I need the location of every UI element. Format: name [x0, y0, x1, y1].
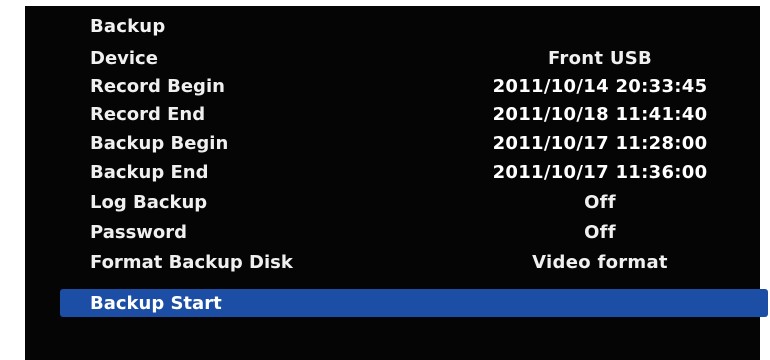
backup-begin-row[interactable]: Backup Begin 2011/10/17 11:28:00: [90, 127, 770, 157]
record-begin-label: Record Begin: [90, 76, 225, 97]
device-row[interactable]: Device Front USB: [90, 42, 770, 72]
format-backup-disk-value[interactable]: Video format: [390, 252, 770, 273]
record-begin-row[interactable]: Record Begin 2011/10/14 20:33:45: [90, 70, 770, 100]
backup-end-row[interactable]: Backup End 2011/10/17 11:36:00: [90, 156, 770, 186]
log-backup-value[interactable]: Off: [390, 192, 770, 213]
backup-begin-value[interactable]: 2011/10/17 11:28:00: [390, 133, 770, 154]
device-label: Device: [90, 48, 158, 69]
format-backup-disk-row[interactable]: Format Backup Disk Video format: [90, 246, 770, 276]
backup-end-value[interactable]: 2011/10/17 11:36:00: [390, 162, 770, 183]
backup-end-label: Backup End: [90, 162, 209, 183]
log-backup-row[interactable]: Log Backup Off: [90, 186, 770, 216]
log-backup-label: Log Backup: [90, 192, 208, 213]
password-label: Password: [90, 222, 188, 243]
record-end-row[interactable]: Record End 2011/10/18 11:41:40: [90, 98, 770, 128]
backup-start-label: Backup Start: [90, 293, 222, 314]
dvr-screen: Backup Device Front USB Record Begin 201…: [25, 6, 768, 360]
backup-begin-label: Backup Begin: [90, 133, 229, 154]
device-value[interactable]: Front USB: [390, 48, 770, 69]
record-begin-value[interactable]: 2011/10/14 20:33:45: [390, 76, 770, 97]
backup-start-button[interactable]: Backup Start: [60, 289, 768, 317]
menu-title: Backup: [90, 16, 166, 37]
record-end-value[interactable]: 2011/10/18 11:41:40: [390, 104, 770, 125]
password-row[interactable]: Password Off: [90, 216, 770, 246]
format-backup-disk-label: Format Backup Disk: [90, 252, 293, 273]
password-value[interactable]: Off: [390, 222, 770, 243]
record-end-label: Record End: [90, 104, 206, 125]
